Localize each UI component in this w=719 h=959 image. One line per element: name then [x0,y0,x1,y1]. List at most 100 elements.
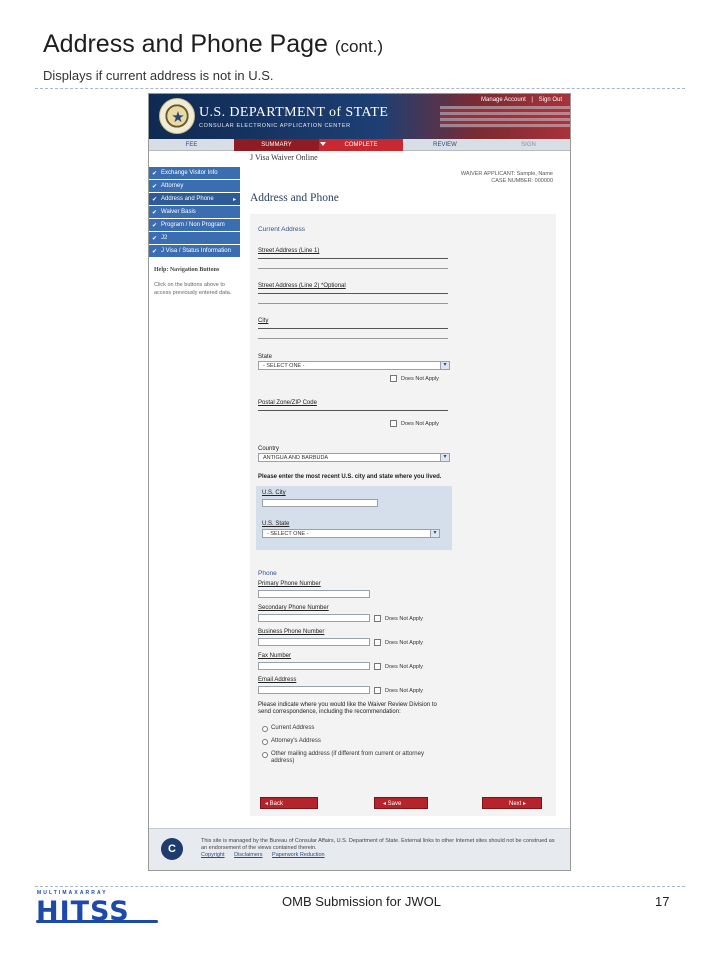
app-title: J Visa Waiver Online [250,153,318,162]
sidebar-item-label: Program / Non Program [161,222,225,228]
phone-title: Phone [258,570,277,577]
business-phone-input[interactable] [258,638,370,646]
email-does-not-apply-checkbox[interactable] [374,687,381,694]
fax-input[interactable] [258,662,370,670]
state-label: State [258,354,273,360]
radio-other-address-label: Other mailing address (if different from… [271,751,424,764]
sidebar-item-address-and-phone[interactable]: ✔ Address and Phone ▸ [149,193,240,206]
sign-out-link[interactable]: Sign Out [539,97,562,103]
city-input-underline [258,338,448,339]
chevron-down-icon: ▾ [440,362,449,369]
sidebar-item-attorney[interactable]: ✔ Attorney [149,180,240,193]
state-select[interactable]: - SELECT ONE - ▾ [258,361,450,370]
chevron-down-icon: ▾ [440,454,449,461]
street1-input-underline [258,268,448,269]
email-label: Email Address [258,677,297,683]
fax-label: Fax Number [258,653,292,659]
country-label: Country [258,446,280,452]
email-input[interactable] [258,686,370,694]
sidebar-item-label: Address and Phone [161,196,214,202]
next-button[interactable]: Next ▸ [482,797,542,809]
fax-does-not-apply-label: Does Not Apply [385,664,423,670]
back-button[interactable]: ◂ Back [260,797,318,809]
tab-complete[interactable]: COMPLETE [319,139,403,151]
checkmark-icon: ✔ [152,249,158,255]
checkmark-icon: ✔ [152,184,158,190]
us-city-input[interactable] [262,499,378,507]
top-divider [35,88,685,89]
checkmark-icon: ✔ [152,171,158,177]
footer-links: Copyright Disclaimers Paperwork Reductio… [201,852,333,858]
street2-label: Street Address (Line 2) *Optional [258,283,346,289]
business-phone-does-not-apply-label: Does Not Apply [385,640,423,646]
secondary-phone-label: Secondary Phone Number [258,605,329,611]
secondary-phone-input[interactable] [258,614,370,622]
sidebar-item-label: Attorney [161,183,184,189]
copyright-link[interactable]: Copyright [201,852,225,858]
primary-phone-input[interactable] [258,590,370,598]
secondary-phone-does-not-apply-label: Does Not Apply [385,616,423,622]
radio-attorney-address[interactable] [262,739,268,745]
paperwork-reduction-link[interactable]: Paperwork Reduction [272,852,325,858]
secondary-phone-does-not-apply-checkbox[interactable] [374,615,381,622]
sidebar-item-j2[interactable]: ✔ J2 [149,232,240,245]
disclaimers-link[interactable]: Disclaimers [234,852,262,858]
slide-subtitle: Displays if current address is not in U.… [43,68,274,83]
state-does-not-apply-label: Does Not Apply [401,376,439,382]
tab-review[interactable]: REVIEW [403,139,487,151]
country-select[interactable]: ANTIGUA AND BARBUDA ▾ [258,453,450,462]
logo-swoosh [36,920,158,923]
postal-label: Postal Zone/ZIP Code [258,400,317,406]
us-address-note: Please enter the most recent U.S. city a… [258,474,442,480]
sidebar-item-exchange-visitor-info[interactable]: ✔ Exchange Visitor Info [149,167,240,180]
business-phone-does-not-apply-checkbox[interactable] [374,639,381,646]
postal-does-not-apply-label: Does Not Apply [401,421,439,427]
applicant-meta: WAIVER APPLICANT: Sample, Name CASE NUMB… [461,171,553,185]
business-phone-label: Business Phone Number [258,629,325,635]
department-name: U.S. DEPARTMENT of STATE [199,105,389,120]
sidebar-item-label: J2 [161,235,168,241]
postal-does-not-apply-checkbox[interactable] [390,420,397,427]
street1-label: Street Address (Line 1) [258,248,320,254]
street2-input[interactable] [258,293,448,294]
save-button[interactable]: ◂ Save [374,797,428,809]
street1-input[interactable] [258,258,448,259]
sidebar-item-program[interactable]: ✔ Program / Non Program [149,219,240,232]
radio-other-address[interactable] [262,752,268,758]
radio-current-address[interactable] [262,726,268,732]
summary-caret-icon [320,142,326,146]
checkmark-icon: ✔ [152,197,158,203]
applicant-name: WAIVER APPLICANT: Sample, Name [460,171,553,177]
chevron-down-icon: ▾ [430,530,439,537]
sidebar-item-label: Waiver Basis [161,209,196,215]
country-select-value: ANTIGUA AND BARBUDA [263,455,329,461]
footer-center-text: OMB Submission for JWOL [282,894,441,909]
case-number: CASE NUMBER: 000000 [491,178,553,184]
sidebar-item-waiver-basis[interactable]: ✔ Waiver Basis [149,206,240,219]
us-state-select[interactable]: - SELECT ONE - ▾ [262,529,440,538]
help-title: Help: Navigation Buttons [154,267,220,273]
street2-input-underline [258,303,448,304]
sidebar-item-j-visa-status[interactable]: ✔ J Visa / Status Information [149,245,240,258]
tab-fee[interactable]: FEE [149,139,234,151]
us-state-label: U.S. State [262,521,290,527]
state-does-not-apply-checkbox[interactable] [390,375,397,382]
checkmark-icon: ✔ [152,210,158,216]
sidebar-item-label: Exchange Visitor Info [161,170,218,176]
top-links: Manage Account | Sign Out [481,97,562,103]
manage-account-link[interactable]: Manage Account [481,97,526,103]
postal-input[interactable] [258,410,448,411]
address-phone-form: Current Address Street Address (Line 1) … [250,214,556,816]
app-footer: C This site is managed by the Bureau of … [149,828,570,870]
primary-phone-label: Primary Phone Number [258,581,321,587]
tab-summary[interactable]: SUMMARY [234,139,319,151]
page-number: 17 [655,894,670,909]
slide-title-text: Address and Phone Page [43,30,328,58]
tab-sign[interactable]: SIGN [487,139,570,151]
checkmark-icon: ✔ [152,236,158,242]
page-heading: Address and Phone [250,192,339,204]
us-address-box: U.S. City U.S. State - SELECT ONE - ▾ [256,486,452,550]
city-input[interactable] [258,328,448,329]
fax-does-not-apply-checkbox[interactable] [374,663,381,670]
us-city-label: U.S. City [262,490,286,496]
